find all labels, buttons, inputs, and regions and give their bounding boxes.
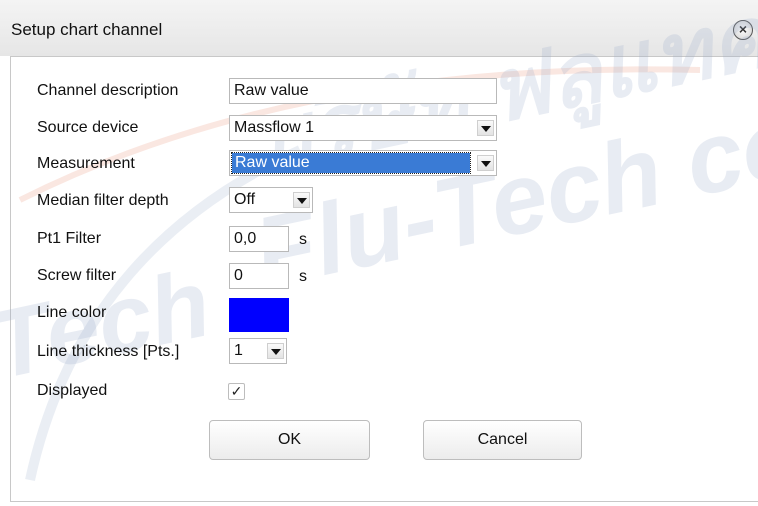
close-icon[interactable]: × — [733, 20, 753, 40]
measurement-label: Measurement — [37, 155, 135, 172]
source-device-select[interactable]: Massflow 1 — [229, 115, 497, 141]
title-bar[interactable]: Setup chart channel × — [0, 0, 758, 56]
cancel-button[interactable]: Cancel — [423, 420, 582, 460]
line-thickness-label: Line thickness [Pts.] — [37, 343, 180, 360]
line-thickness-value: 1 — [234, 342, 243, 359]
setup-chart-channel-dialog: Setup chart channel × บริษัท ฟลูแทค Flu-… — [0, 0, 758, 506]
median-filter-depth-select[interactable]: Off — [229, 187, 313, 213]
measurement-value: Raw value — [231, 152, 471, 174]
pt1-filter-label: Pt1 Filter — [37, 230, 102, 247]
source-device-value: Massflow 1 — [234, 119, 315, 136]
ok-button[interactable]: OK — [209, 420, 370, 460]
screw-filter-unit: s — [299, 268, 307, 285]
pt1-filter-input[interactable]: 0,0 — [229, 226, 289, 252]
chevron-down-icon[interactable] — [477, 155, 494, 171]
screw-filter-input[interactable]: 0 — [229, 263, 289, 289]
line-color-label: Line color — [37, 304, 107, 321]
channel-description-input[interactable]: Raw value — [229, 78, 497, 104]
screw-filter-label: Screw filter — [37, 267, 117, 284]
line-thickness-select[interactable]: 1 — [229, 338, 287, 364]
chevron-down-icon[interactable] — [293, 192, 310, 208]
displayed-checkbox[interactable]: ✓ — [228, 383, 245, 400]
pt1-filter-unit: s — [299, 231, 307, 248]
chevron-down-icon[interactable] — [267, 343, 284, 359]
displayed-label: Displayed — [37, 382, 108, 399]
median-filter-depth-label: Median filter depth — [37, 192, 169, 209]
line-color-swatch[interactable] — [229, 298, 289, 332]
dialog-title: Setup chart channel — [11, 20, 163, 39]
measurement-select[interactable]: Raw value — [229, 150, 497, 176]
channel-description-label: Channel description — [37, 82, 179, 99]
source-device-label: Source device — [37, 119, 139, 136]
median-filter-depth-value: Off — [234, 191, 256, 208]
chevron-down-icon[interactable] — [477, 120, 494, 136]
